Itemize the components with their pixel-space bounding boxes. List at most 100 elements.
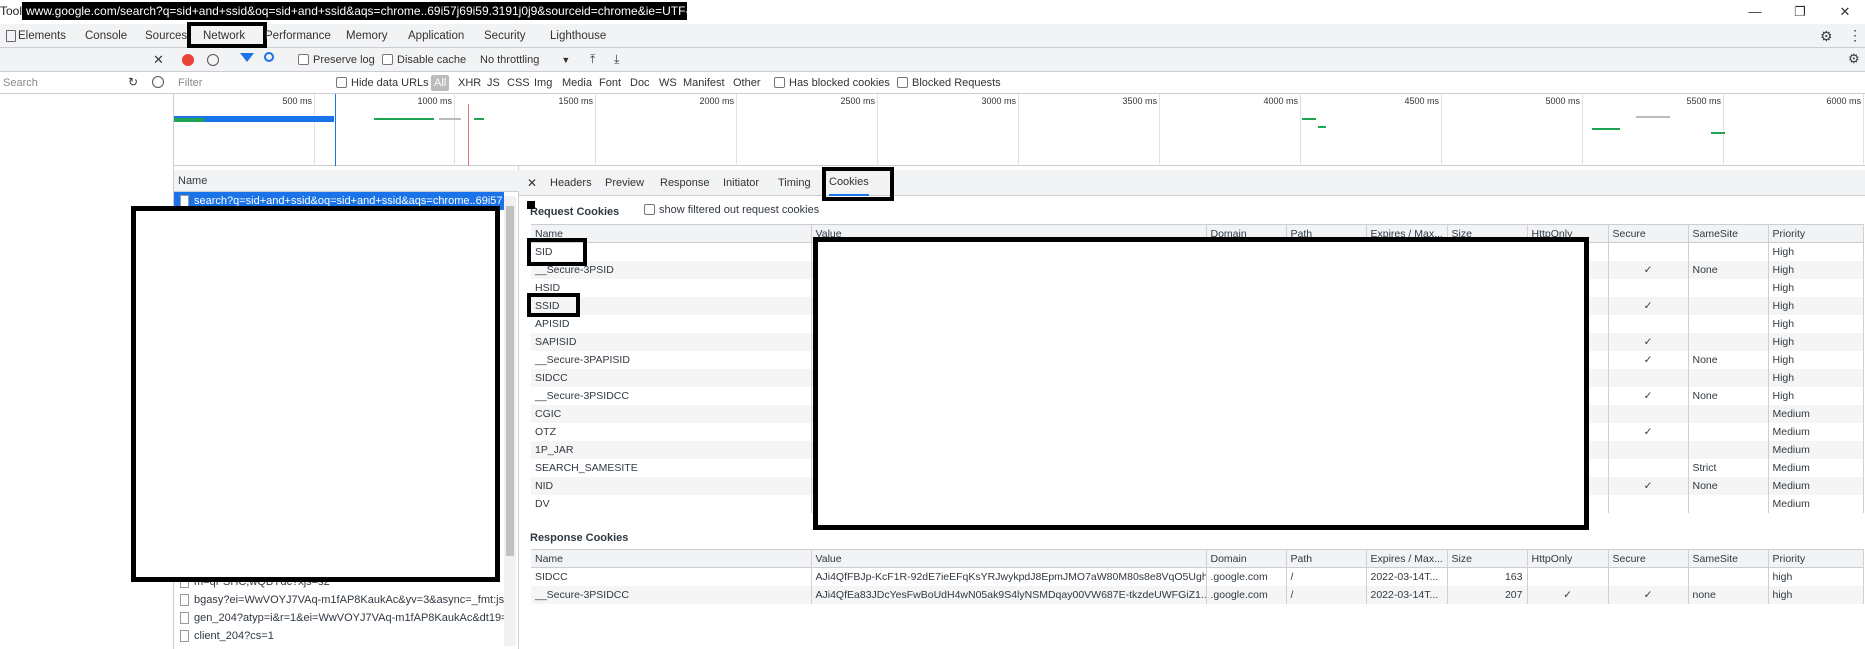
cookie-secure-cell: ✓	[1608, 350, 1689, 369]
hide-data-urls-checkbox[interactable]: Hide data URLs	[336, 72, 429, 94]
tab-sources[interactable]: Sources	[145, 24, 187, 48]
cookie-httponly-cell: ✓	[1527, 585, 1609, 604]
tab-performance[interactable]: Performance	[265, 24, 331, 48]
chevron-down-icon: ▼	[561, 55, 571, 65]
more-options-icon[interactable]: ⋮	[1848, 27, 1862, 43]
filter-input[interactable]: Filter	[178, 72, 328, 94]
cookie-secure-cell	[1608, 440, 1689, 459]
cookie-priority-cell: High	[1768, 296, 1864, 315]
throttling-select[interactable]: No throttling ▼	[480, 48, 570, 72]
tab-console[interactable]: Console	[85, 24, 127, 48]
tab-network[interactable]: Network	[203, 24, 245, 48]
cookie-samesite-cell	[1688, 567, 1769, 586]
refresh-icon[interactable]: ↻	[128, 75, 138, 90]
col-httponly[interactable]: HttpOnly	[1527, 549, 1609, 568]
col-expires[interactable]: Expires / Max...	[1366, 549, 1448, 568]
cookie-samesite-cell: none	[1688, 585, 1769, 604]
minimize-button[interactable]: —	[1735, 2, 1775, 22]
cookie-value-cell: AJi4QfFBJp-KcF1R-92dE7ieEFqKsYRJwykpdJ8E…	[811, 567, 1207, 586]
clear-icon[interactable]	[207, 54, 219, 66]
tab-preview[interactable]: Preview	[605, 170, 644, 196]
col-secure[interactable]: Secure	[1608, 224, 1689, 243]
col-secure[interactable]: Secure	[1608, 549, 1689, 568]
disable-cache-checkbox[interactable]: Disable cache	[382, 48, 466, 72]
filter-type-doc[interactable]: Doc	[630, 72, 650, 94]
tab-timing[interactable]: Timing	[778, 170, 811, 196]
blocked-requests-checkbox[interactable]: Blocked Requests	[897, 72, 1001, 94]
cookie-priority-cell: Medium	[1768, 458, 1864, 477]
show-filtered-cookies-checkbox[interactable]: show filtered out request cookies	[644, 204, 819, 216]
filter-type-manifest[interactable]: Manifest	[683, 72, 725, 94]
close-search-icon[interactable]: ✕	[153, 52, 164, 68]
col-samesite[interactable]: SameSite	[1688, 549, 1769, 568]
filter-type-js[interactable]: JS	[487, 72, 500, 94]
overview-tick-label: 4000 ms	[1263, 96, 1298, 106]
tab-headers[interactable]: Headers	[550, 170, 592, 196]
cookie-priority-cell: High	[1768, 242, 1864, 261]
export-har-icon[interactable]: ⤓	[614, 51, 619, 67]
overview-gridline	[736, 94, 737, 166]
overview-tick-label: 3000 ms	[981, 96, 1016, 106]
tab-security[interactable]: Security	[484, 24, 526, 48]
cookie-name-cell: __Secure-3PAPISID	[531, 350, 812, 369]
overview-gridline	[1723, 94, 1724, 166]
filter-type-xhr[interactable]: XHR	[458, 72, 481, 94]
clear-search-icon[interactable]	[152, 76, 164, 88]
maximize-button[interactable]: ❐	[1780, 2, 1820, 22]
close-window-button[interactable]: ✕	[1825, 2, 1865, 22]
network-filterbar: Search ↻ Filter Hide data URLs All XHR J…	[0, 72, 1865, 94]
record-icon[interactable]	[182, 54, 194, 66]
filter-icon[interactable]	[240, 53, 254, 62]
network-settings-gear-icon[interactable]: ⚙	[1848, 51, 1860, 67]
col-size[interactable]: Size	[1447, 549, 1528, 568]
col-path[interactable]: Path	[1286, 549, 1367, 568]
overview-tick-label: 3500 ms	[1122, 96, 1157, 106]
cookie-priority-cell: Medium	[1768, 440, 1864, 459]
search-input[interactable]: Search	[0, 72, 124, 94]
cookie-values-redaction-box	[813, 237, 1589, 530]
cookie-secure-cell	[1608, 314, 1689, 333]
response-cookie-row[interactable]: __Secure-3PSIDCC AJi4QfEa83JDcYesFwBoUdH4…	[531, 585, 1864, 604]
col-name[interactable]: Name	[531, 549, 812, 568]
cookie-samesite-cell	[1688, 242, 1769, 261]
preserve-log-checkbox[interactable]: Preserve log	[298, 48, 375, 72]
close-detail-icon[interactable]: ✕	[527, 170, 537, 196]
inspect-element-icon[interactable]	[6, 30, 16, 42]
request-row[interactable]: client_204?cs=1	[174, 627, 504, 645]
has-blocked-cookies-checkbox[interactable]: Has blocked cookies	[774, 72, 890, 94]
overview-tick-label: 2500 ms	[840, 96, 875, 106]
search-icon[interactable]	[264, 52, 274, 62]
tab-memory[interactable]: Memory	[346, 24, 388, 48]
overview-tick-label: 6000 ms	[1826, 96, 1861, 106]
request-row[interactable]: bgasy?ei=WwVOYJ7VAq-m1fAP8KaukAc&yv=3&as…	[174, 591, 504, 609]
cookie-samesite-cell	[1688, 296, 1769, 315]
tab-response[interactable]: Response	[660, 170, 710, 196]
col-value[interactable]: Value	[811, 549, 1207, 568]
filter-type-ws[interactable]: WS	[659, 72, 677, 94]
request-row[interactable]: gen_204?atyp=i&r=1&ei=WwVOYJ7VAq-m1fAP8K…	[174, 609, 504, 627]
filter-type-media[interactable]: Media	[562, 72, 592, 94]
overview-gridline	[454, 94, 455, 166]
request-list-header[interactable]: Name	[174, 170, 519, 192]
filter-type-font[interactable]: Font	[599, 72, 621, 94]
settings-gear-icon[interactable]: ⚙	[1820, 28, 1833, 44]
filter-type-css[interactable]: CSS	[507, 72, 530, 94]
filter-type-img[interactable]: Img	[534, 72, 552, 94]
cookie-secure-cell: ✓	[1608, 476, 1689, 495]
cookie-name-cell: CGIC	[531, 404, 812, 423]
col-samesite[interactable]: SameSite	[1688, 224, 1769, 243]
tab-lighthouse[interactable]: Lighthouse	[550, 24, 606, 48]
filter-type-all[interactable]: All	[431, 75, 450, 91]
response-cookie-row[interactable]: SIDCC AJi4QfFBJp-KcF1R-92dE7ieEFqKsYRJwyk…	[531, 567, 1864, 586]
col-priority[interactable]: Priority	[1768, 549, 1864, 568]
col-priority[interactable]: Priority	[1768, 224, 1864, 243]
tab-elements[interactable]: Elements	[18, 24, 66, 48]
tab-initiator[interactable]: Initiator	[723, 170, 759, 196]
filter-type-other[interactable]: Other	[733, 72, 761, 94]
overview-gridline	[1159, 94, 1160, 166]
col-domain[interactable]: Domain	[1206, 549, 1287, 568]
import-har-icon[interactable]: ⤒	[590, 51, 595, 67]
cookie-secure-cell: ✓	[1608, 585, 1689, 604]
tab-application[interactable]: Application	[408, 24, 464, 48]
request-list-scrollbar-thumb[interactable]	[506, 206, 514, 556]
